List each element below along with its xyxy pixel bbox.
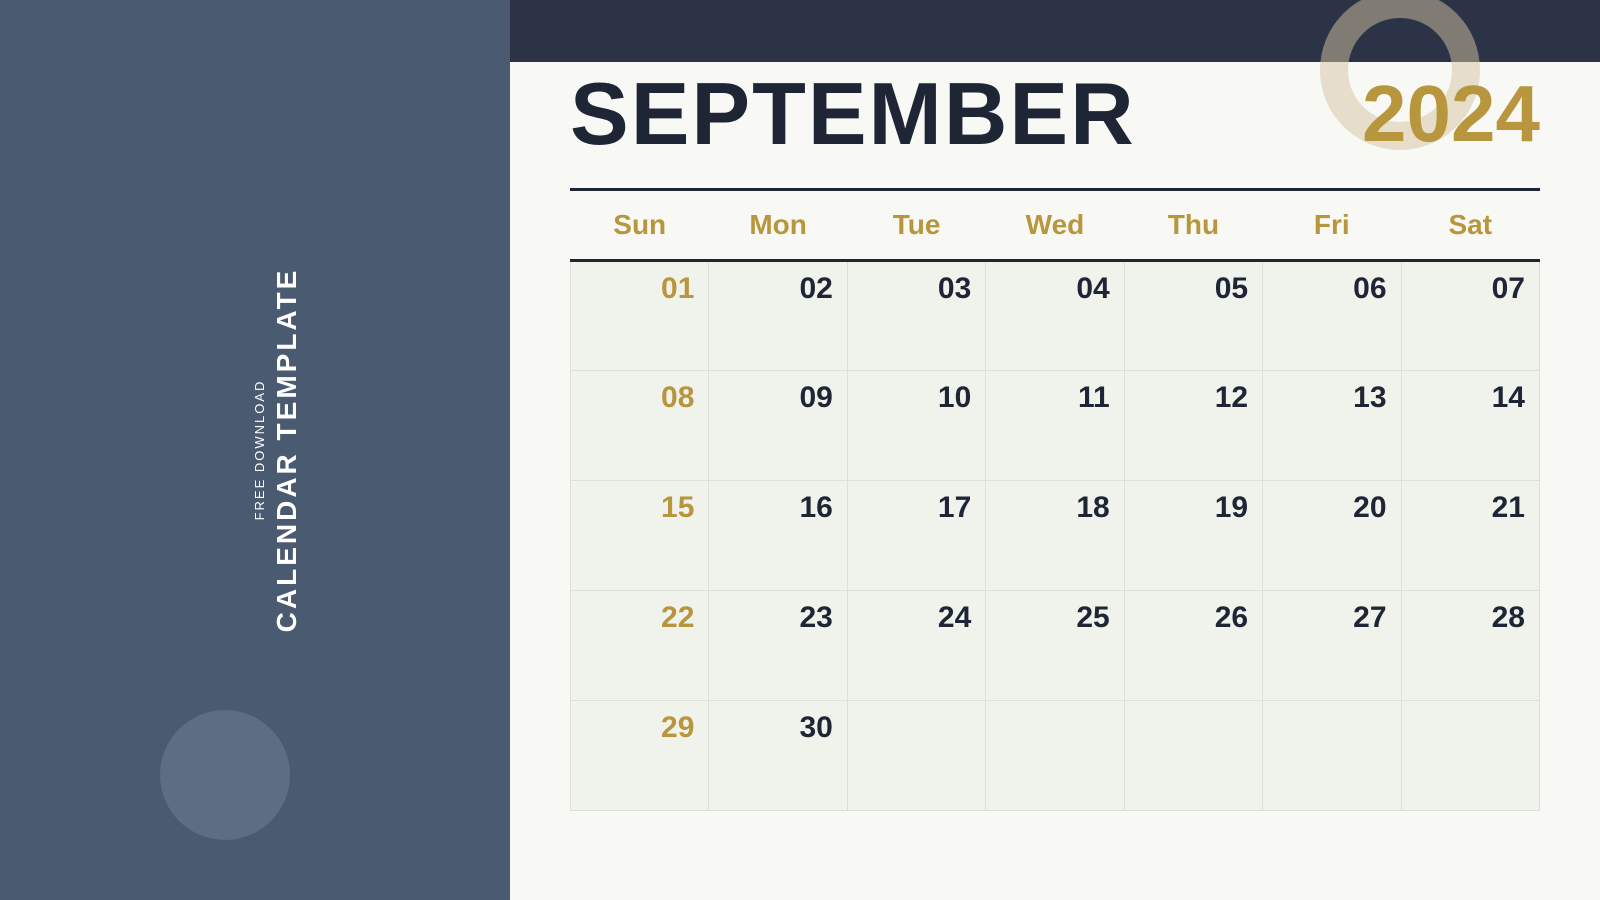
calendar-day-cell[interactable]: 01	[571, 261, 709, 371]
calendar-day-cell[interactable]: 11	[986, 371, 1124, 481]
calendar-day-cell[interactable]: 28	[1401, 591, 1539, 701]
day-header-mon: Mon	[709, 191, 847, 261]
page-wrapper: FREE DOWNLOAD CALENDAR TEMPLATE SEPTEMBE…	[0, 0, 1600, 900]
calendar-day-cell[interactable]: 02	[709, 261, 847, 371]
calendar-week-row-1: 01020304050607	[571, 261, 1540, 371]
calendar-template-text: CALENDAR TEMPLATE	[271, 268, 303, 633]
calendar-day-cell[interactable]: 17	[847, 481, 985, 591]
day-header-sun: Sun	[571, 191, 709, 261]
calendar-day-cell[interactable]: 09	[709, 371, 847, 481]
calendar-week-row-2: 08091011121314	[571, 371, 1540, 481]
calendar-day-cell[interactable]: 27	[1263, 591, 1401, 701]
calendar-day-cell[interactable]: 14	[1401, 371, 1539, 481]
calendar-day-cell[interactable]: 29	[571, 701, 709, 811]
calendar-day-cell[interactable]: 20	[1263, 481, 1401, 591]
calendar-day-cell[interactable]: 05	[1124, 261, 1262, 371]
calendar-day-cell[interactable]: 16	[709, 481, 847, 591]
calendar-day-cell[interactable]: 23	[709, 591, 847, 701]
day-header-tue: Tue	[847, 191, 985, 261]
calendar-day-cell[interactable]: 12	[1124, 371, 1262, 481]
year-title: 2024	[1362, 74, 1540, 154]
side-label: FREE DOWNLOAD CALENDAR TEMPLATE	[252, 268, 303, 633]
calendar-day-cell[interactable]	[986, 701, 1124, 811]
calendar-panel: SEPTEMBER 2024 Sun Mon Tue Wed Thu Fri S…	[510, 0, 1600, 900]
calendar-week-row-3: 15161718192021	[571, 481, 1540, 591]
days-header-row: Sun Mon Tue Wed Thu Fri Sat	[571, 191, 1540, 261]
calendar-day-cell[interactable]: 22	[571, 591, 709, 701]
day-header-thu: Thu	[1124, 191, 1262, 261]
calendar-day-cell[interactable]	[847, 701, 985, 811]
calendar-day-cell[interactable]: 13	[1263, 371, 1401, 481]
month-title: SEPTEMBER	[570, 70, 1136, 158]
free-download-text: FREE DOWNLOAD	[252, 380, 267, 521]
calendar-day-cell[interactable]	[1263, 701, 1401, 811]
calendar-day-cell[interactable]	[1401, 701, 1539, 811]
calendar-day-cell[interactable]: 03	[847, 261, 985, 371]
calendar-week-row-5: 2930	[571, 701, 1540, 811]
calendar-day-cell[interactable]: 30	[709, 701, 847, 811]
calendar-day-cell[interactable]: 15	[571, 481, 709, 591]
calendar-week-row-4: 22232425262728	[571, 591, 1540, 701]
calendar-content: SEPTEMBER 2024 Sun Mon Tue Wed Thu Fri S…	[510, 0, 1600, 841]
calendar-day-cell[interactable]: 18	[986, 481, 1124, 591]
decorative-circle-left	[160, 710, 290, 840]
calendar-day-cell[interactable]: 26	[1124, 591, 1262, 701]
calendar-day-cell[interactable]: 21	[1401, 481, 1539, 591]
calendar-day-cell[interactable]: 24	[847, 591, 985, 701]
calendar-day-cell[interactable]: 08	[571, 371, 709, 481]
calendar-day-cell[interactable]	[1124, 701, 1262, 811]
day-header-sat: Sat	[1401, 191, 1539, 261]
calendar-day-cell[interactable]: 25	[986, 591, 1124, 701]
calendar-grid: Sun Mon Tue Wed Thu Fri Sat 010203040506…	[570, 191, 1540, 811]
calendar-header: SEPTEMBER 2024	[570, 70, 1540, 168]
calendar-day-cell[interactable]: 07	[1401, 261, 1539, 371]
calendar-day-cell[interactable]: 06	[1263, 261, 1401, 371]
calendar-day-cell[interactable]: 19	[1124, 481, 1262, 591]
day-header-wed: Wed	[986, 191, 1124, 261]
day-header-fri: Fri	[1263, 191, 1401, 261]
calendar-day-cell[interactable]: 04	[986, 261, 1124, 371]
calendar-day-cell[interactable]: 10	[847, 371, 985, 481]
